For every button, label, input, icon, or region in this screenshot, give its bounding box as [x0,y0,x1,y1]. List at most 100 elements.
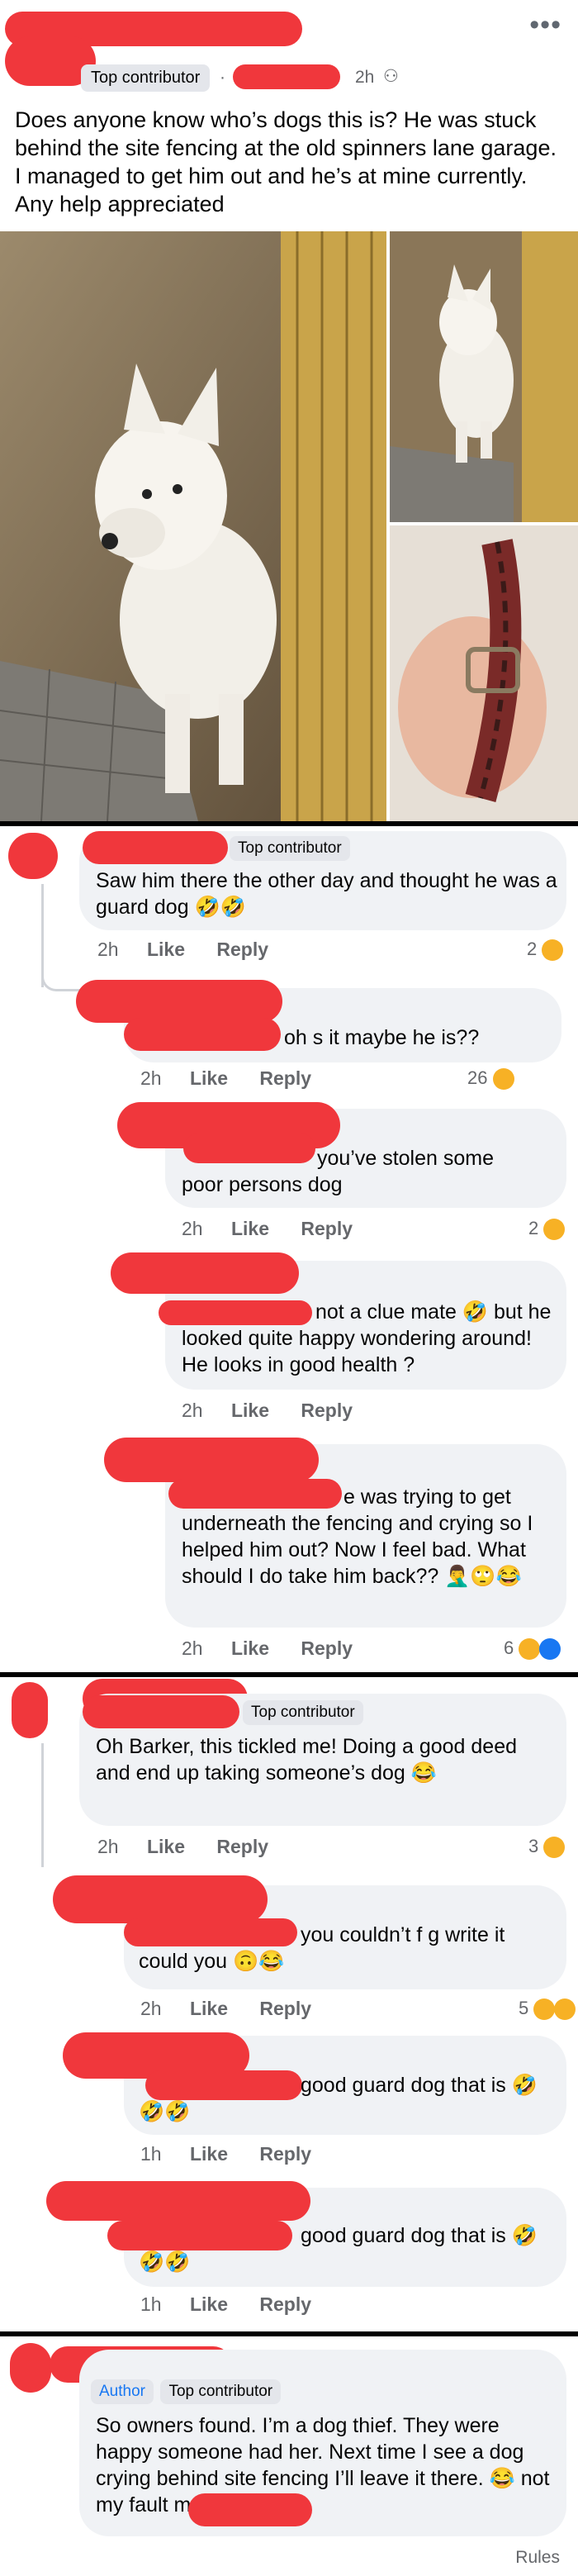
top-contributor-badge[interactable]: Top contributor [160,2379,282,2404]
reply-time[interactable]: 1h [140,2293,162,2315]
reply-button[interactable]: Reply [259,1067,311,1089]
reaction-count[interactable]: 5 [519,1998,576,2021]
reply-button[interactable]: Reply [301,1637,353,1659]
comment-text: Saw him there the other day and thought … [96,869,557,919]
haha-reaction-icon [543,1837,566,1859]
reply-button[interactable]: Reply [216,939,268,960]
redacted-avatar [8,833,58,879]
haha-reaction-icon [542,939,564,962]
redacted-avatar [10,2343,51,2393]
reply-actions: 1h Like Reply [140,2293,338,2316]
like-button[interactable]: Like [231,1637,269,1659]
thread-line [41,1743,44,1867]
collar-photo[interactable] [390,525,578,821]
reaction-count[interactable]: 2 [528,1218,566,1241]
reply-text: you’ve stolen some poor persons dog [182,1147,495,1196]
post-text: Does anyone know who’s dogs this is? He … [15,107,557,216]
redacted-mention [188,2493,312,2526]
comment-time[interactable]: 2h [97,939,119,960]
comment-actions: 2h Like Reply [97,939,295,961]
reply-text-value: oh s it maybe he is?? [284,1026,480,1049]
redacted-reply-author [111,1252,299,1294]
dog-photo-side[interactable] [390,231,578,522]
reply-button[interactable]: Reply [301,1400,353,1421]
redacted-reply-author [76,980,282,1023]
reaction-count-value: 5 [519,1998,529,2018]
reaction-count[interactable]: 3 [528,1836,566,1859]
author-badge[interactable]: Author [91,2379,154,2404]
reaction-count-value: 6 [504,1637,514,1658]
rules-link[interactable]: Rules [515,2548,560,2568]
reply-button[interactable]: Reply [216,1836,268,1857]
reply-text: oh s it maybe he is?? [284,1024,479,1051]
haha-reaction-icon [533,1999,556,2021]
reply-actions: 2h Like Reply [182,1218,379,1240]
top-contributor-badge[interactable]: Top contributor [243,1700,363,1725]
reply-actions: 2h Like Reply [140,1998,338,2020]
section-divider [0,821,578,826]
post-time[interactable]: 2h [355,68,374,88]
comment-text: So owners found. I’m a dog thief. They w… [96,2414,550,2517]
redacted-reply-author [46,2181,310,2221]
like-button[interactable]: Like [190,2293,228,2315]
like-button[interactable]: Like [147,1836,185,1857]
more-options-icon[interactable]: ••• [529,11,561,39]
like-button[interactable]: Like [190,1067,228,1089]
redacted-commenter-name [83,831,228,864]
reply-actions: 2h Like Reply [182,1400,379,1422]
section-divider [0,1672,578,1677]
reply-button[interactable]: Reply [259,2293,311,2315]
reaction-count[interactable]: 26 [467,1067,514,1091]
like-reaction-icon [538,1638,561,1661]
redacted-reply-prefix [124,1018,281,1051]
reaction-count[interactable]: 2 [527,939,564,962]
reply-actions: 1h Like Reply [140,2143,338,2165]
reply-button[interactable]: Reply [259,1998,311,2019]
reply-text: e was trying to get underneath the fenci… [182,1485,533,1588]
section-divider [0,2331,578,2336]
comment-time[interactable]: 2h [97,1836,119,1857]
like-button[interactable]: Like [147,939,185,960]
haha-reaction-icon [519,1638,541,1661]
reply-text: you couldn’t f g write it could you 🙃😂 [139,1923,505,1973]
reply-text: not a clue mate 🤣 but he looked quite ha… [182,1300,552,1376]
like-button[interactable]: Like [190,1998,228,2019]
reply-text: good guard dog that is 🤣🤣🤣 [139,2224,538,2274]
reply-time[interactable]: 2h [140,1998,162,2019]
reply-button[interactable]: Reply [301,1218,353,1239]
reaction-count-value: 2 [528,1218,539,1238]
redacted-group-name [233,64,340,89]
reply-time[interactable]: 2h [182,1637,203,1659]
reply-actions: 2h Like Reply [140,1067,338,1090]
redacted-reply-author [104,1438,319,1482]
reply-time[interactable]: 2h [182,1218,203,1239]
dog-photo-main[interactable] [0,231,386,821]
like-button[interactable]: Like [231,1400,269,1421]
haha-reaction-icon [492,1068,514,1091]
top-contributor-badge[interactable]: Top contributor [230,836,350,861]
reaction-count[interactable]: 6 [504,1637,561,1661]
wow-reaction-icon [553,1999,576,2021]
like-button[interactable]: Like [231,1218,269,1239]
haha-reaction-icon [543,1219,566,1241]
post-header: Top contributor · 2h ⚇ ••• [0,0,578,92]
redacted-commenter-name [83,1695,239,1728]
reaction-count-value: 3 [528,1836,539,1856]
reaction-count-value: 2 [527,939,538,959]
post-dot: · [220,68,225,87]
like-button[interactable]: Like [190,2143,228,2165]
top-contributor-badge[interactable]: Top contributor [81,64,211,92]
redacted-reply-author [53,1875,268,1923]
friends-icon: ⚇ [383,67,399,86]
reply-button[interactable]: Reply [259,2143,311,2165]
comment-actions: 2h Like Reply [97,1836,295,1858]
reply-time[interactable]: 1h [140,2143,162,2165]
redacted-avatar [12,1682,48,1738]
comment-text: Oh Barker, this tickled me! Doing a good… [96,1735,518,1785]
reply-time[interactable]: 2h [182,1400,203,1421]
author-badges: Author Top contributor [91,2379,282,2404]
reply-text: good guard dog that is 🤣🤣🤣 [139,2074,538,2123]
reply-actions: 2h Like Reply [182,1637,379,1660]
reaction-count-value: 26 [467,1067,488,1088]
reply-time[interactable]: 2h [140,1067,162,1089]
